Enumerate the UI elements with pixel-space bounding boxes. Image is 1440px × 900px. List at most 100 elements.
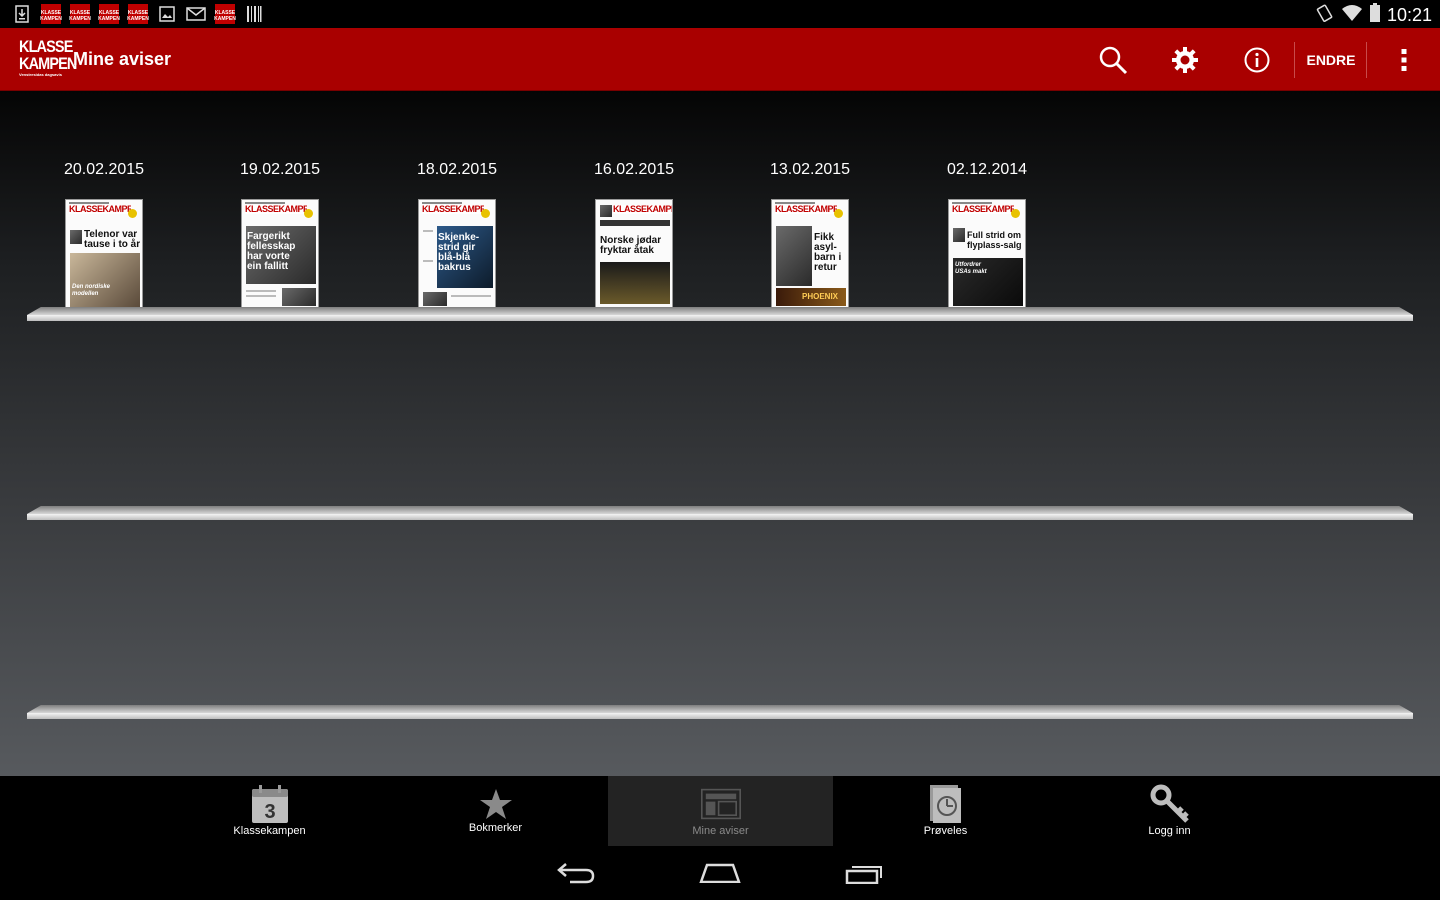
cover-headline: Fikk asyl-barn i retur [814,232,842,273]
calendar-day: 3 [264,801,275,823]
cover-headline: Telenor var tause i to år [84,229,141,250]
cover-photo [282,288,316,306]
issue-date: 16.02.2015 [593,161,675,178]
back-button[interactable] [551,858,601,888]
endre-button[interactable]: ENDRE [1296,28,1366,91]
klassekampen-logo[interactable]: KLASSE KAMPEN Venstresidas dagsavis [19,37,77,82]
overflow-menu-button[interactable] [1384,28,1424,91]
masthead-strip [69,202,109,204]
action-divider [1366,42,1367,78]
issue-date: 02.12.2014 [946,161,1028,178]
cover-masthead: KLASSEKAMPEN [69,205,131,214]
download-icon [12,4,32,24]
logo-line2: KAMPEN [19,54,77,73]
tab-label: Bokmerker [468,822,523,834]
tab-mine-aviser[interactable]: Mine aviser [608,776,833,846]
klassekampen-icon: KLASSE KAMPEN [69,4,91,24]
issue-cover[interactable]: KLASSEKAMPEN Fikk asyl-barn i retur PHOE… [771,199,849,310]
tab-label: Logg inn [1148,825,1191,837]
cover-masthead: KLASSEKAMPEN [422,205,484,214]
recent-apps-icon [845,866,882,884]
settings-button[interactable] [1160,28,1210,91]
logo-line1: KLASSE [19,37,73,56]
tab-bokmerker[interactable]: Bokmerker [383,776,608,846]
info-button[interactable] [1232,28,1282,91]
gmail-icon [186,4,206,24]
shelf [27,307,1413,321]
shelf [27,705,1413,719]
issue-date: 18.02.2015 [416,161,498,178]
calendar-icon: 3 [250,784,290,824]
cover-photo [600,205,612,217]
cover-badge [834,209,843,218]
klassekampen-icon: KLASSE KAMPEN [98,4,120,24]
image-icon [157,4,177,24]
issue-date: 20.02.2015 [63,161,145,178]
issue-cover[interactable]: KLASSEKAMPEN Fargerikt fellesskap har vo… [241,199,319,310]
system-nav-bar [0,846,1440,900]
issue-cover[interactable]: KLASSEKAMPEN Telenor var tause i to år D… [65,199,143,310]
masthead-strip [952,202,992,204]
cover-photo [776,226,812,286]
cover-masthead: KLASSEKAMPEN [775,205,837,214]
newspaper-icon [700,784,741,824]
more-vert-icon [1401,48,1407,71]
issue-cover[interactable]: KLASSEKAMPEN Full strid om flyplass-salg… [948,199,1026,310]
cover-badge [481,209,490,218]
home-button[interactable] [695,858,745,888]
cover-masthead: KLASSEKAMPEN [613,205,672,214]
issue-cover[interactable]: KLASSEKAMPEN Skjenke-strid gir blå-blå b… [418,199,496,310]
cover-badge [128,209,137,218]
tab-proveles[interactable]: Prøveles [833,776,1058,846]
cover-headline: Norske jødar fryktar åtak [600,235,662,256]
search-icon [1099,46,1128,74]
status-bar: KLASSE KAMPEN KLASSE KAMPEN KLASSE KAMPE… [0,0,1440,28]
klassekampen-icon: KLASSE KAMPEN [214,4,236,24]
info-icon [1244,47,1270,72]
klassekampen-icon: KLASSE KAMPEN [127,4,149,24]
action-bar: KLASSE KAMPEN Venstresidas dagsavis Mine… [0,28,1440,91]
recent-apps-button[interactable] [840,858,890,888]
action-divider [1294,42,1295,78]
sample-read-icon [926,784,966,824]
cover-text-line [246,290,276,292]
cover-text-line [423,260,433,262]
tab-label: Klassekampen [233,825,306,837]
cover-subline: PHOENIX [802,292,839,301]
search-button[interactable] [1088,28,1138,91]
cover-banner [600,220,670,226]
page-title: Mine aviser [73,49,172,69]
tab-label: Prøveles [923,825,968,837]
bottom-tab-bar: 3 Klassekampen Bokmerker Mine aviser Prø… [0,776,1440,846]
masthead-strip [422,202,462,204]
tab-logg-inn[interactable]: Logg inn [1057,776,1282,846]
cover-badge [304,209,313,218]
cover-masthead: KLASSEKAMPEN [245,205,307,214]
gear-icon [1172,46,1198,73]
issue-date: 19.02.2015 [239,161,321,178]
cover-text-line [451,295,491,297]
key-icon [1150,784,1190,824]
cover-subline: Utfordrer USAs makt [955,262,987,275]
back-icon [557,863,595,884]
system-status: 10:21 [1315,3,1432,28]
cover-headline: Fargerikt fellesskap har vorte ein falli… [247,231,296,272]
cover-photo [600,262,670,304]
star-icon [476,784,516,824]
issue-cover[interactable]: KLASSEKAMPEN Norske jødar fryktar åtak [595,199,673,310]
home-icon [699,863,741,883]
tab-klassekampen[interactable]: 3 Klassekampen [157,776,382,846]
cover-photo [953,228,965,242]
cover-subline: Den nordiske modellen [72,284,111,297]
notification-icons: KLASSE KAMPEN KLASSE KAMPEN KLASSE KAMPE… [12,4,264,24]
wifi-icon [1341,4,1363,27]
clock: 10:21 [1386,5,1432,25]
shelf [27,506,1413,520]
tab-label: Mine aviser [692,825,749,837]
issue-date: 13.02.2015 [769,161,851,178]
cover-headline: Full strid om flyplass-salg [967,230,1022,250]
cover-headline: Skjenke-strid gir blå-blå bakrus [438,232,480,273]
cover-text-line [246,295,276,297]
cover-badge [1011,209,1020,218]
cover-photo [70,253,140,307]
